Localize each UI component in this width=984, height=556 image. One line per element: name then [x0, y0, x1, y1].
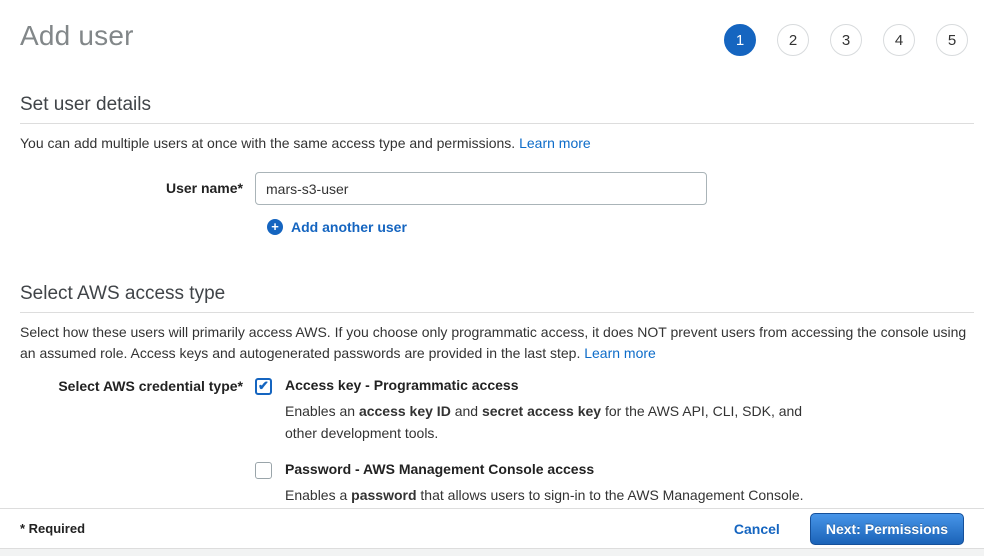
- access-type-heading: Select AWS access type: [20, 283, 974, 305]
- password-option-description: Enables a password that allows users to …: [285, 484, 804, 506]
- cancel-button[interactable]: Cancel: [734, 521, 780, 537]
- option-access-key: Access key - Programmatic access Enables…: [255, 377, 837, 444]
- step-5: 5: [936, 24, 968, 56]
- password-checkbox[interactable]: [255, 462, 272, 479]
- password-option-title: Password - AWS Management Console access: [285, 461, 804, 477]
- section-divider: [20, 123, 974, 124]
- username-row: User name*: [20, 172, 974, 205]
- user-details-heading: Set user details: [20, 94, 974, 116]
- add-another-user-label: Add another user: [291, 219, 407, 235]
- option-password: Password - AWS Management Console access…: [255, 461, 837, 506]
- add-another-user-button[interactable]: + Add another user: [267, 219, 407, 235]
- user-details-section: Set user details You can add multiple us…: [0, 94, 984, 235]
- add-user-wizard: Add user 1 2 3 4 5 Set user details You …: [0, 0, 984, 556]
- user-details-intro: You can add multiple users at once with …: [20, 133, 974, 154]
- step-2: 2: [777, 24, 809, 56]
- page-background-strip: [0, 549, 984, 556]
- page-title: Add user: [20, 20, 134, 52]
- credential-type-label: Select AWS credential type*: [20, 377, 255, 506]
- learn-more-link[interactable]: Learn more: [519, 135, 591, 151]
- step-4: 4: [883, 24, 915, 56]
- step-1: 1: [724, 24, 756, 56]
- access-key-option-description: Enables an access key ID and secret acce…: [285, 400, 837, 444]
- section-divider: [20, 312, 974, 313]
- credential-options: Access key - Programmatic access Enables…: [255, 377, 837, 506]
- credential-type-row: Select AWS credential type* Access key -…: [20, 377, 974, 506]
- intro-text: Select how these users will primarily ac…: [20, 324, 966, 361]
- access-type-section: Select AWS access type Select how these …: [0, 283, 984, 506]
- wizard-step-indicator: 1 2 3 4 5: [724, 24, 968, 56]
- access-key-option-title: Access key - Programmatic access: [285, 377, 837, 393]
- plus-circle-icon[interactable]: +: [267, 219, 283, 235]
- learn-more-link[interactable]: Learn more: [584, 345, 656, 361]
- intro-text: You can add multiple users at once with …: [20, 135, 515, 151]
- next-permissions-button[interactable]: Next: Permissions: [810, 513, 964, 545]
- username-input[interactable]: [255, 172, 707, 205]
- required-note: * Required: [20, 521, 85, 536]
- wizard-header: Add user 1 2 3 4 5: [0, 0, 984, 56]
- option-body: Password - AWS Management Console access…: [285, 461, 804, 506]
- access-key-checkbox[interactable]: [255, 378, 272, 395]
- wizard-footer: * Required Cancel Next: Permissions: [0, 508, 984, 549]
- step-3: 3: [830, 24, 862, 56]
- option-body: Access key - Programmatic access Enables…: [285, 377, 837, 444]
- username-label: User name*: [20, 172, 255, 205]
- access-type-intro: Select how these users will primarily ac…: [20, 322, 974, 364]
